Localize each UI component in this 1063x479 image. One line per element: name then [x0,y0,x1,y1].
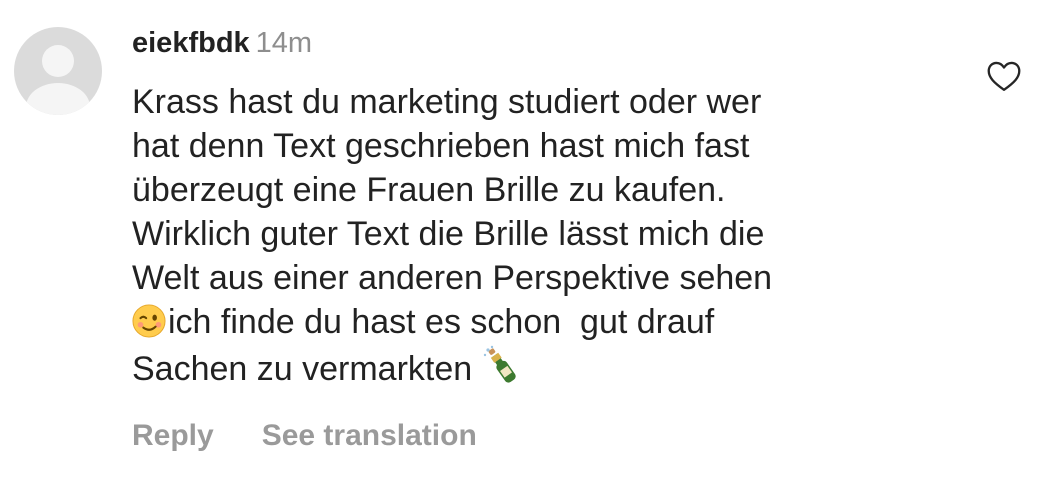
winking-face-emoji-icon [132,304,166,338]
comment-line-text: ich finde du hast es schon gut drauf [168,303,715,341]
timestamp: 14m [255,27,313,59]
avatar-head-shape [42,45,74,77]
bottle-with-popping-cork-emoji-icon [483,345,516,383]
comment-line: hat denn Text geschrieben hast mich fast [132,127,750,165]
avatar-body-shape [26,83,90,115]
comment-actions: Reply See translation [132,418,477,454]
comment-line: Welt aus einer anderen Perspektive sehen [132,259,773,297]
comment-text: Krass hast du marketing studiert oder we… [132,80,992,391]
avatar[interactable] [14,27,102,115]
reply-button[interactable]: Reply [132,419,214,452]
comment-line: Krass hast du marketing studiert oder we… [132,83,762,121]
comment-line-with-emoji: ich finde du hast es schon gut drauf [132,300,992,344]
comment-line: überzeugt eine Frauen Brille zu kaufen. [132,171,726,209]
comment-line: Wirklich guter Text die Brille lässt mic… [132,215,765,253]
comment-line-text: Sachen zu vermarkten [132,350,473,388]
username-link[interactable]: eiekfbdk [132,27,250,59]
comment-line-with-emoji: Sachen zu vermarkten [132,344,992,391]
see-translation-button[interactable]: See translation [262,419,477,452]
comment-header: eiekfbdk 14m [132,26,312,60]
